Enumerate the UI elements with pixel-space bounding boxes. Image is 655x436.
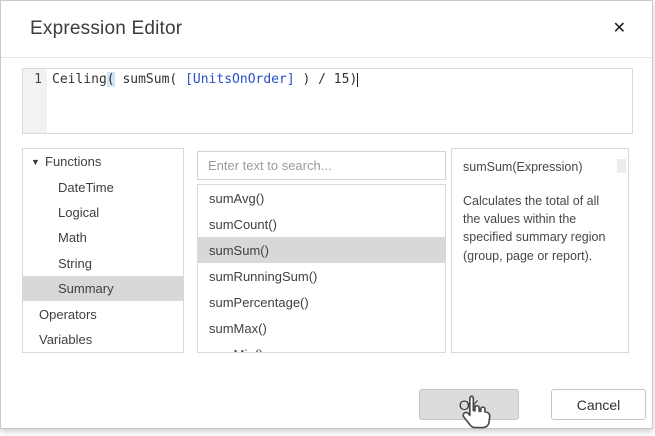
list-item-summax[interactable]: sumMax() — [198, 315, 445, 341]
tree-item-label: Logical — [58, 205, 99, 220]
tree-item-label: Functions — [45, 154, 101, 169]
code-token: sumSum( — [115, 72, 185, 87]
tree-item-string[interactable]: String — [23, 251, 183, 276]
category-tree: ▼ Functions DateTime Logical Math String… — [22, 148, 184, 353]
list-item-label: sumRunningSum() — [209, 269, 317, 284]
list-item-sumsum[interactable]: sumSum() — [198, 237, 445, 263]
expression-editor-dialog: Expression Editor ✕ 1 Ceiling( sumSum( [… — [0, 0, 653, 429]
tree-item-datetime[interactable]: DateTime — [23, 174, 183, 199]
list-item-sumpercentage[interactable]: sumPercentage() — [198, 289, 445, 315]
search-box — [197, 151, 446, 180]
expression-code-editor[interactable]: 1 Ceiling( sumSum( [UnitsOnOrder] ) / 15… — [22, 68, 633, 134]
functions-list: sumAvg() sumCount() sumSum() sumRunningS… — [197, 184, 446, 353]
list-item-label: sumSum() — [209, 243, 269, 258]
description-panel: sumSum(Expression) Calculates the total … — [451, 148, 629, 353]
tree-item-label: Variables — [39, 332, 92, 347]
list-item-sumrunningsum[interactable]: sumRunningSum() — [198, 263, 445, 289]
field-token: [UnitsOnOrder] — [185, 72, 295, 87]
tree-item-variables[interactable]: Variables — [23, 327, 183, 352]
list-item-label: sumAvg() — [209, 191, 264, 206]
ok-button[interactable]: OK — [419, 389, 519, 420]
tree-item-label: Operators — [39, 307, 97, 322]
tree-item-label: Summary — [58, 281, 114, 296]
tree-item-label: String — [58, 256, 92, 271]
title-bar: Expression Editor ✕ — [1, 1, 652, 58]
code-token: Ceiling — [52, 72, 107, 87]
close-icon[interactable]: ✕ — [607, 17, 632, 41]
list-item-label: sumMin() — [209, 347, 263, 354]
line-number: 1 — [34, 72, 42, 87]
expression-text[interactable]: Ceiling( sumSum( [UnitsOnOrder] ) / 15) — [47, 69, 358, 133]
tree-item-logical[interactable]: Logical — [23, 200, 183, 225]
list-item-summin[interactable]: sumMin() — [198, 341, 445, 353]
list-item-label: sumMax() — [209, 321, 267, 336]
tree-item-summary[interactable]: Summary — [23, 276, 183, 301]
list-item-sumavg[interactable]: sumAvg() — [198, 185, 445, 211]
function-description: Calculates the total of all the values w… — [463, 192, 617, 265]
list-item-label: sumCount() — [209, 217, 277, 232]
tree-item-functions[interactable]: ▼ Functions — [23, 149, 183, 174]
function-signature: sumSum(Expression) — [463, 158, 617, 176]
tree-item-label: DateTime — [58, 180, 114, 195]
collapse-arrow-icon[interactable]: ▼ — [31, 157, 45, 167]
tree-item-label: Math — [58, 230, 87, 245]
list-item-sumcount[interactable]: sumCount() — [198, 211, 445, 237]
tree-item-operators[interactable]: Operators — [23, 301, 183, 326]
list-item-label: sumPercentage() — [209, 295, 309, 310]
scrollbar-thumb[interactable] — [617, 159, 626, 173]
code-token: ) / 15) — [295, 72, 358, 87]
text-caret — [357, 73, 358, 87]
line-number-gutter: 1 — [23, 69, 47, 133]
dialog-title: Expression Editor — [30, 18, 607, 40]
search-input[interactable] — [198, 152, 445, 179]
tree-item-math[interactable]: Math — [23, 225, 183, 250]
matched-paren: ( — [107, 72, 115, 87]
cancel-button[interactable]: Cancel — [551, 389, 646, 420]
